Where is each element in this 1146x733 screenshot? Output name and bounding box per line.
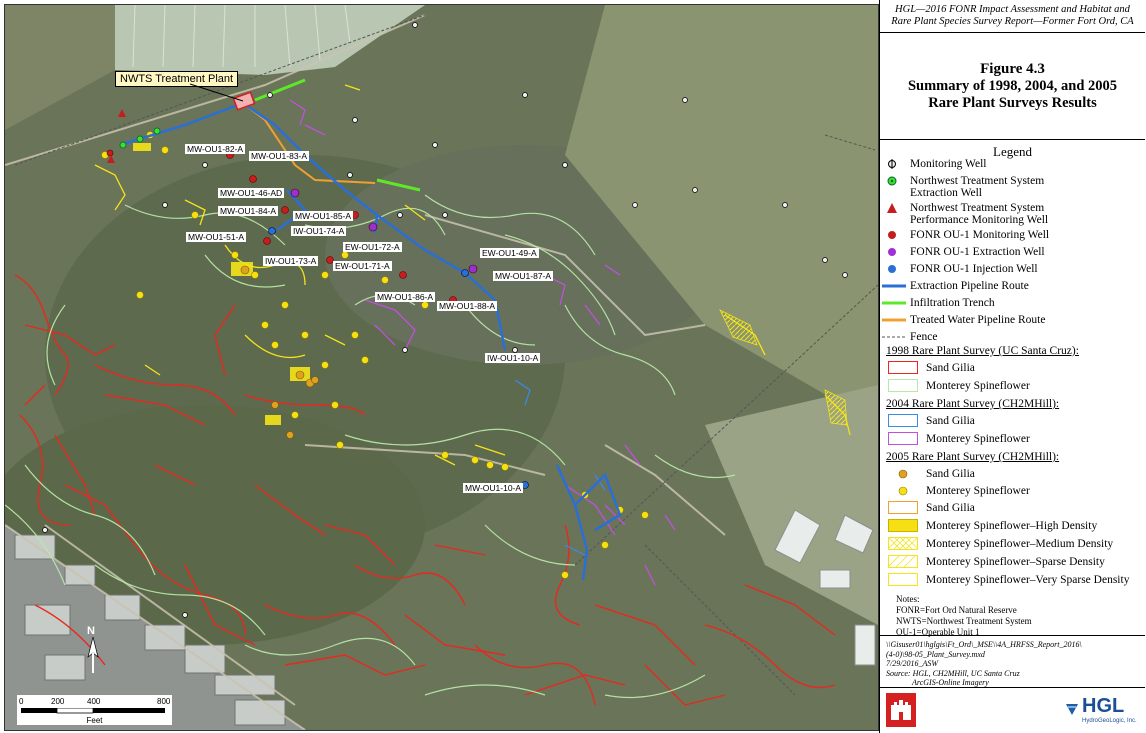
yellow-outline-swatch	[888, 573, 918, 586]
label-leader-lines	[189, 83, 244, 102]
legend: Legend Monitoring Well Northwest Treatme…	[880, 140, 1145, 638]
legend-label: FONR OU-1 Monitoring Well	[910, 229, 1050, 241]
legend-label: Fence	[910, 331, 938, 343]
legend-label: FONR OU-1 Injection Well	[910, 263, 1038, 275]
purple-dot-icon	[888, 248, 896, 256]
well-label: EW-OU1-49-A	[480, 248, 539, 258]
blue-dot-icon	[888, 265, 896, 273]
legend-label: Monterey Spineflower–Very Sparse Density	[926, 574, 1130, 586]
source-line: \\Gisuser01\hglgis\Ft_Ord\_MSE\\4A_HRFSS…	[886, 640, 1082, 649]
legend-label-2: Performance Monitoring Well	[910, 214, 1049, 226]
legend-label: Monterey Spineflower–High Density	[926, 520, 1098, 532]
lightgreen-outline-swatch	[888, 379, 918, 392]
header-line-2: Rare Plant Species Survey Report—Former …	[891, 16, 1134, 27]
notes-line: FONR=Fort Ord Natural Reserve	[896, 605, 1017, 615]
blue-outline-swatch	[888, 414, 918, 427]
legend-label: Extraction Pipeline Route	[910, 280, 1029, 292]
source-line: Source: HGL, CH2MHill, UC Santa Cruz	[886, 668, 1020, 678]
orange-line-icon	[882, 318, 906, 322]
hatch-swatch	[888, 555, 918, 568]
notes-line: NWTS=Northwest Treatment System	[896, 616, 1032, 626]
green-dot-icon	[887, 176, 897, 186]
header-line-1: HGL—2016 FONR Impact Assessment and Habi…	[895, 4, 1130, 15]
map-info-panel: HGL—2016 FONR Impact Assessment and Habi…	[879, 0, 1146, 733]
north-label: N	[87, 625, 95, 637]
survey-2004-title: 2004 Rare Plant Survey (CH2MHill):	[886, 398, 1060, 410]
legend-label: Monterey Spineflower	[926, 433, 1030, 445]
well-label: IW-OU1-73-A	[263, 256, 319, 266]
well-label: MW-OU1-10-A	[463, 483, 524, 493]
well-label: EW-OU1-72-A	[343, 242, 402, 252]
source-line: ArcGIS-Online Imagery	[912, 678, 989, 687]
monitoring-well-icon	[888, 159, 896, 169]
legend-label: Treated Water Pipeline Route	[910, 314, 1046, 326]
north-arrow-icon	[87, 637, 99, 673]
source-line: (4-0)\98-05_Plant_Survey.mxd	[886, 649, 985, 659]
legend-label: Monterey Spineflower–Medium Density	[926, 538, 1114, 550]
notes-line: Notes:	[896, 594, 920, 604]
well-label: MW-OU1-86-A	[375, 292, 436, 302]
figure-title-line-2: Rare Plant Surveys Results	[928, 95, 1097, 111]
north-arrow: N	[83, 625, 103, 673]
red-outline-swatch	[888, 361, 918, 374]
legend-label: FONR OU-1 Extraction Well	[910, 246, 1045, 258]
well-label: IW-OU1-74-A	[291, 226, 347, 236]
crosshatch-swatch	[888, 537, 918, 550]
well-label: MW-OU1-84-A	[218, 206, 279, 216]
scale-tick: 0	[19, 697, 24, 706]
hgl-logo-subtext: HydroGeoLogic, Inc.	[1082, 718, 1137, 724]
survey-2005-title: 2005 Rare Plant Survey (CH2MHill):	[886, 451, 1060, 463]
legend-label: Monterey Spineflower–Sparse Density	[926, 556, 1105, 568]
figure-title-block: Figure 4.3 Summary of 1998, 2004, and 20…	[880, 34, 1145, 140]
green-line-icon	[882, 301, 906, 305]
hgl-logo-text: HGL	[1082, 695, 1125, 717]
red-triangle-icon	[887, 203, 897, 213]
notes: Notes: FONR=Fort Ord Natural Reserve NWT…	[896, 594, 1032, 638]
legend-label: Sand Gilia	[926, 362, 975, 374]
scale-tick: 400	[87, 697, 101, 706]
source-line: 7/29/2016_ASW	[886, 659, 938, 668]
well-label: MW-OU1-82-A	[185, 144, 246, 154]
legend-label: Monterey Spineflower	[926, 485, 1030, 497]
well-label: EW-OU1-71-A	[333, 261, 392, 271]
legend-label: Northwest Treatment System	[910, 202, 1045, 214]
legend-label: Northwest Treatment System	[910, 175, 1045, 187]
orange-outline-swatch	[888, 501, 918, 514]
fence-line-icon	[882, 336, 906, 338]
legend-label: Monitoring Well	[910, 158, 987, 170]
usace-castle-logo	[886, 693, 916, 727]
legend-label-2: Extraction Well	[910, 187, 982, 199]
well-label: MW-OU1-83-A	[249, 151, 310, 161]
figure-number: Figure 4.3	[980, 61, 1045, 77]
logo-strip: HGL HydroGeoLogic, Inc.	[880, 689, 1145, 733]
map-canvas[interactable]: NWTS Treatment Plant MW-OU1-82-A MW-OU1-…	[4, 4, 879, 731]
orange-dot-icon	[898, 469, 908, 479]
well-label: MW-OU1-88-A	[437, 301, 498, 311]
scale-bar-graphic	[21, 707, 165, 714]
hgl-triangle-icon	[1066, 704, 1078, 715]
yellow-fill-swatch	[888, 519, 918, 532]
scale-bar: 0 200 400 800 Feet	[17, 695, 172, 725]
purple-outline-swatch	[888, 432, 918, 445]
legend-label: Infiltration Trench	[910, 297, 995, 309]
scale-tick: 200	[51, 697, 65, 706]
legend-label: Monterey Spineflower	[926, 380, 1030, 392]
figure-title-line-1: Summary of 1998, 2004, and 2005	[907, 78, 1118, 94]
red-dot-icon	[888, 231, 896, 239]
scale-tick: 800	[157, 697, 171, 706]
blue-line-icon	[882, 284, 906, 288]
yellow-dot-icon	[898, 486, 908, 496]
legend-label: Sand Gilia	[926, 415, 975, 427]
survey-1998-title: 1998 Rare Plant Survey (UC Santa Cruz):	[886, 345, 1079, 357]
legend-label: Sand Gilia	[926, 502, 975, 514]
well-label: IW-OU1-10-A	[485, 353, 541, 363]
legend-label: Sand Gilia	[926, 468, 975, 480]
well-label: MW-OU1-46-AD	[218, 188, 285, 198]
well-label: MW-OU1-85-A	[293, 211, 354, 221]
source-block: \\Gisuser01\hglgis\Ft_Ord\_MSE\\4A_HRFSS…	[880, 636, 1145, 688]
well-label: MW-OU1-51-A	[186, 232, 247, 242]
well-label: MW-OU1-87-A	[493, 271, 554, 281]
scale-unit: Feet	[86, 716, 103, 725]
report-header: HGL—2016 FONR Impact Assessment and Habi…	[880, 0, 1145, 33]
